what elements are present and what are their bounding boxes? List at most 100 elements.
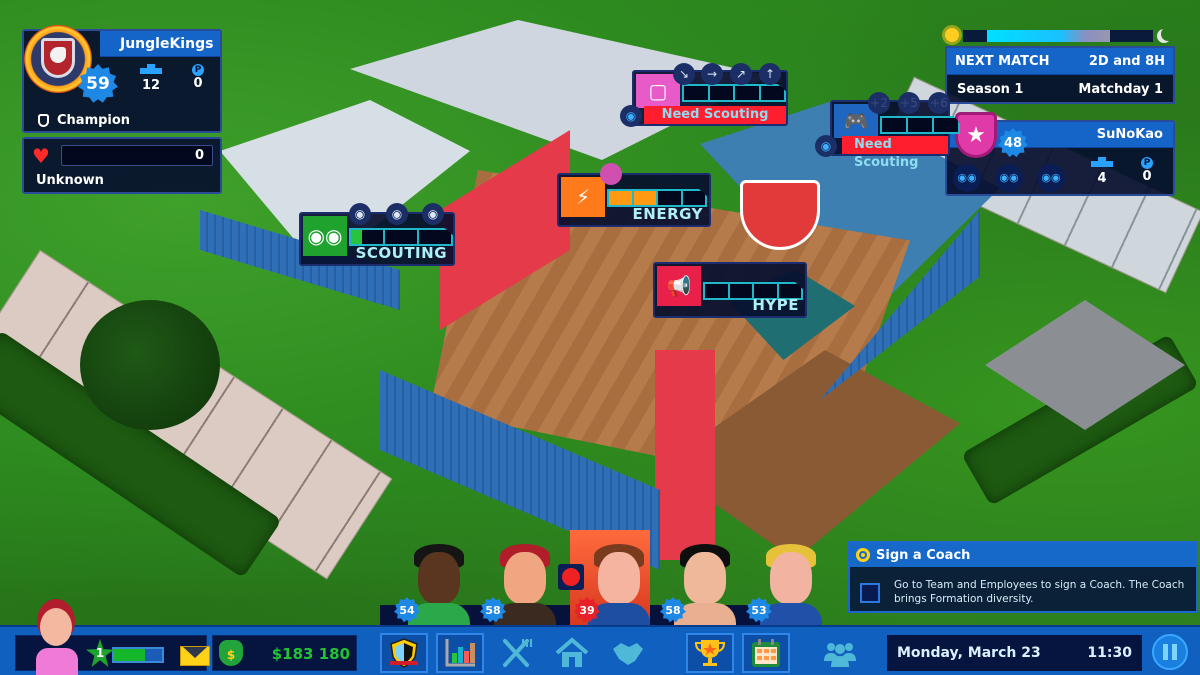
podium-icon (140, 64, 162, 74)
moon-icon (1161, 27, 1175, 41)
opponent-trophies-value: 4 (1097, 171, 1107, 186)
binoculars-icon[interactable]: ◉◉ (995, 164, 1023, 192)
target-icon (856, 548, 870, 562)
progress-segment (351, 230, 385, 244)
binoculars-icon[interactable]: ◉ (620, 105, 642, 127)
progress-segment (761, 86, 785, 100)
progress-segment (934, 118, 958, 132)
opponent-trophies-stat: 4 (1087, 156, 1117, 186)
player-face (504, 552, 546, 604)
sponsors-button[interactable] (604, 633, 652, 673)
objective-panel[interactable]: Sign a Coach Go to Team and Employees to… (848, 541, 1198, 613)
bonus-plus-2: +2 (868, 92, 890, 114)
trophies-value: 12 (141, 78, 161, 93)
people-icon (824, 643, 856, 667)
house-button[interactable] (548, 633, 596, 673)
manager-body (36, 648, 78, 675)
statistics-button[interactable] (436, 633, 484, 673)
player-portrait[interactable]: 53 (742, 530, 822, 625)
points-stat: P 0 (188, 61, 208, 91)
day-progress-fill (987, 30, 1110, 42)
manager-avatar[interactable] (34, 608, 80, 675)
calendar-button[interactable] (742, 633, 790, 673)
player-portrait[interactable]: 58 (476, 530, 556, 625)
fame-card[interactable]: ♥ 0 Unknown (22, 137, 222, 194)
handshake-icon (613, 643, 643, 665)
trophy-icon (694, 640, 726, 666)
bonus-plus-5: +5 (898, 92, 920, 114)
money-panel: $ $183 180 (212, 635, 357, 671)
bonus-plus-6: +6 (928, 92, 950, 114)
progress-segment (730, 284, 754, 298)
star-shield-icon: ★ (955, 112, 997, 158)
money-value: $183 180 (271, 645, 350, 663)
player-face (418, 552, 460, 604)
house-icon (555, 637, 589, 667)
player-face (598, 552, 640, 604)
money-bag-icon: $ (219, 640, 243, 666)
energy-label: ENERGY (632, 205, 703, 223)
fork-knife-icon (503, 639, 532, 667)
objective-description: Go to Team and Employees to sign a Coach… (894, 579, 1185, 605)
eagle-shield-icon (41, 38, 75, 78)
tournaments-button[interactable] (686, 633, 734, 673)
progress-segment (633, 191, 658, 205)
next-match-header: NEXT MATCH 2D and 8H (947, 48, 1173, 75)
shield-icon (390, 638, 418, 668)
binoculars-icon[interactable]: ◉ (815, 135, 837, 157)
trophies-stat: 12 (136, 63, 166, 93)
objective-checkbox[interactable] (860, 583, 880, 603)
manager-level-star: 1 (86, 639, 114, 667)
objective-header: Sign a Coach (850, 543, 1196, 567)
binoculars-icon[interactable]: ◉◉ (953, 164, 981, 192)
angry-face-icon (558, 564, 584, 590)
money-bag-icon (38, 114, 49, 127)
pause-button[interactable] (1152, 634, 1188, 670)
binoculars-icon: ◉◉ (303, 216, 347, 256)
season-label: Season 1 (957, 82, 1024, 97)
wall (655, 350, 715, 560)
lightning-icon: ⚡ (561, 177, 605, 217)
binoculars-icon: ◉ (349, 203, 371, 225)
mail-icon[interactable] (180, 646, 210, 666)
hype-stat-panel[interactable]: 📢 HYPE (653, 262, 807, 318)
energy-stat-panel[interactable]: ⚡ ENERGY (557, 173, 711, 227)
time-label: 11:30 (1087, 645, 1132, 661)
manager-panel[interactable]: 1 (15, 608, 210, 675)
player-portrait[interactable]: 54 (390, 530, 470, 625)
sun-icon (945, 28, 959, 42)
day-night-indicator (945, 28, 1175, 44)
matchday-label: Matchday 1 (1078, 82, 1163, 97)
arrow-up-icon: ↑ (759, 63, 781, 85)
podium-icon (1091, 157, 1113, 167)
date-label: Monday, March 23 (897, 645, 1041, 661)
points-icon: P (1141, 157, 1153, 169)
food-button[interactable] (492, 633, 540, 673)
progress-segment (908, 118, 934, 132)
opponent-points-value: 0 (1142, 169, 1152, 184)
calendar-icon (752, 639, 780, 667)
progress-segment (658, 191, 683, 205)
day-progress-track (963, 30, 1153, 42)
binoculars-icon: ◉ (422, 203, 444, 225)
next-match-card[interactable]: NEXT MATCH 2D and 8H Season 1 Matchday 1 (945, 46, 1175, 104)
bottom-bar: 1 $ $183 180 Monday, March 23 11:30 (0, 608, 1200, 675)
player-portrait-selected[interactable]: 39 (558, 530, 650, 625)
need-scouting-banner: Need Scouting (842, 136, 948, 170)
gaming-progress-bar (880, 116, 960, 134)
employees-button[interactable] (816, 633, 864, 673)
heart-icon: ♥ (32, 144, 50, 168)
progress-segment (705, 284, 730, 298)
player-roster: 54 58 39 58 53 (380, 530, 822, 625)
rank-row: Champion (38, 113, 130, 128)
hype-label: HYPE (752, 296, 799, 314)
player-portrait[interactable]: 58 (656, 530, 736, 625)
binoculars-icon[interactable]: ◉◉ (1037, 164, 1065, 192)
manager-xp-bar (112, 647, 164, 663)
opponent-points-stat: P 0 (1137, 154, 1157, 184)
manager-xp-fill (114, 649, 146, 661)
progress-segment (419, 230, 451, 244)
team-shield-button[interactable] (380, 633, 428, 673)
date-time-panel: Monday, March 23 11:30 (887, 635, 1142, 671)
progress-segment (735, 86, 761, 100)
